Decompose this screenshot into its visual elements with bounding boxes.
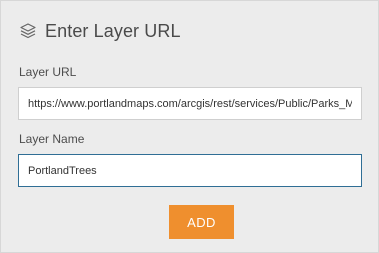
panel-title: Enter Layer URL — [45, 20, 181, 41]
add-button[interactable]: ADD — [169, 205, 234, 239]
panel-header: Enter Layer URL — [19, 19, 181, 43]
layer-url-label: Layer URL — [19, 65, 77, 79]
layer-name-label: Layer Name — [19, 132, 85, 146]
layer-url-input[interactable] — [18, 87, 362, 120]
layers-icon — [19, 22, 37, 40]
enter-layer-url-panel: Enter Layer URL Layer URL Layer Name ADD — [0, 0, 379, 253]
layer-name-input[interactable] — [18, 154, 362, 187]
